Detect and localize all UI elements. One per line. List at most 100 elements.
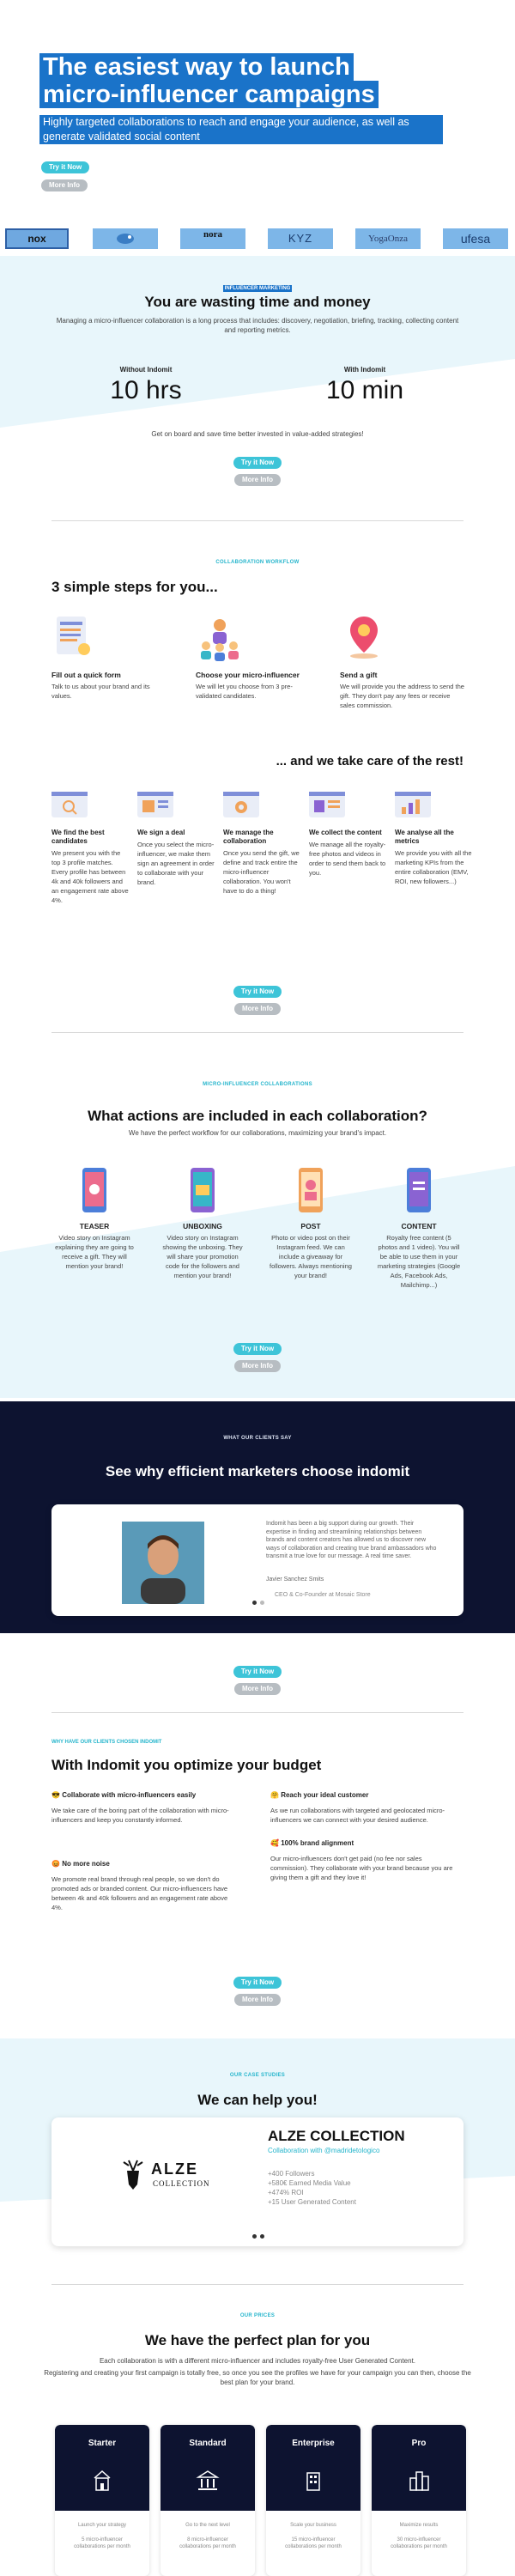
- cases-eyebrow: OUR CASE STUDIES: [229, 2073, 286, 2078]
- case-stat: +400 Followers: [268, 2170, 315, 2178]
- rest-item-2: We sign a deal Once you select the micro…: [137, 792, 215, 887]
- hero-title-line-2: micro-influencer campaigns: [39, 81, 379, 108]
- rest-item-5-text: We provide you with all the marketing KP…: [395, 849, 472, 885]
- plan-starter[interactable]: Starter Launch your strategy 5 micro-inf…: [55, 2425, 149, 2576]
- action-content: CONTENT Royalty free content (5 photos a…: [376, 1166, 462, 1290]
- action-unboxing-text: Video story on Instagram showing the unb…: [162, 1234, 243, 1279]
- plan-standard-detail: 8 micro-influencer collaborations per mo…: [179, 2537, 236, 2549]
- rest-item-3-title: We manage the collaboration: [223, 829, 274, 845]
- plan-pro-name: Pro: [411, 2439, 427, 2448]
- benefit-2-title: Reach your ideal customer: [281, 1791, 369, 1799]
- steps-try-button[interactable]: Try it Now: [233, 986, 282, 998]
- hero-title-line-1: The easiest way to launch: [39, 53, 354, 81]
- plan-standard[interactable]: Standard Go to the next level 8 micro-in…: [161, 2425, 255, 2576]
- cool-emoji-icon: 😎: [52, 1791, 60, 1799]
- plan-starter-detail: 5 micro-influencer collaborations per mo…: [74, 2537, 130, 2549]
- action-content-title: CONTENT: [401, 1222, 437, 1230]
- standard-bank-icon: [196, 2470, 220, 2490]
- influencer-icon: [201, 619, 239, 661]
- logo-kyz: KYZ: [268, 228, 333, 249]
- plan-enterprise-name: Enterprise: [292, 2439, 335, 2448]
- benefit-2: 🤗 Reach your ideal customer As we run co…: [270, 1791, 455, 1825]
- case-stat: +15 User Generated Content: [268, 2198, 356, 2206]
- hero-title: The easiest way to launch micro-influenc…: [39, 53, 379, 108]
- hero-try-button[interactable]: Try it Now: [41, 161, 90, 173]
- plan-enterprise-detail: 15 micro-influencer collaborations per m…: [285, 2537, 342, 2549]
- hero-section: The easiest way to launch micro-influenc…: [0, 0, 515, 223]
- pricing-desc-2: Registering and creating your first camp…: [44, 2369, 471, 2386]
- without-value: 10 hrs: [110, 376, 182, 404]
- rest-item-2-title: We sign a deal: [137, 829, 185, 836]
- phone-unboxing-icon: [191, 1168, 215, 1212]
- actions-subtitle: We have the perfect workflow for our col…: [128, 1129, 387, 1137]
- step-2: Choose your micro-influencer We will let…: [196, 613, 324, 701]
- case-stats: +400 Followers +580€ Earned Media Value …: [268, 2169, 356, 2207]
- metrics-icon: [395, 792, 431, 817]
- carousel-dot-active[interactable]: [252, 2234, 257, 2239]
- benefit-1: 😎 Collaborate with micro-influencers eas…: [52, 1791, 236, 1825]
- carousel-dots[interactable]: [252, 1594, 264, 1609]
- rest-item-4: We collect the content We manage all the…: [309, 792, 386, 878]
- carousel-dot[interactable]: [260, 2234, 264, 2239]
- rest-item-1-text: We present you with the top 3 profile ma…: [52, 849, 129, 904]
- testimonial-author: Javier Sanchez Smits: [266, 1577, 324, 1583]
- budget-try-button[interactable]: Try it Now: [233, 1977, 282, 1989]
- benefit-4: 🥰 100% brand alignment Our micro-influen…: [270, 1839, 455, 1882]
- plan-starter-tagline: Launch your strategy: [77, 2523, 127, 2528]
- actions-try-button[interactable]: Try it Now: [233, 1343, 282, 1355]
- pricing-section: OUR PRICES We have the perfect plan for …: [0, 2284, 515, 2576]
- step-2-text: We will let you choose from 3 pre-valida…: [196, 683, 293, 700]
- benefit-4-text: Our micro-influencers don't get paid (no…: [270, 1855, 453, 1881]
- rest-item-3: We manage the collaboration Once you sen…: [223, 792, 300, 896]
- testimonials-title: See why efficient marketers choose indom…: [105, 1463, 410, 1479]
- logo-ufesa: ufesa: [443, 228, 508, 249]
- testimonial-role: CEO & Co-Founder at Mosaic Store: [275, 1592, 371, 1598]
- plan-pro-detail: 30 micro-influencer collaborations per m…: [391, 2537, 447, 2549]
- plan-starter-name: Starter: [88, 2439, 117, 2448]
- hug-emoji-icon: 🤗: [270, 1791, 279, 1799]
- rest-item-1-title: We find the best candidates: [52, 829, 105, 845]
- benefit-3: 😡 No more noise We promote real brand th…: [52, 1860, 236, 1912]
- contract-icon: [137, 792, 173, 817]
- pricing-eyebrow: OUR PRICES: [239, 2313, 276, 2318]
- carousel-dot[interactable]: [260, 1601, 264, 1605]
- benefit-4-title: 100% brand alignment: [281, 1839, 354, 1847]
- hero-subtitle: Highly targeted collaborations to reach …: [39, 115, 443, 144]
- deer-logo-icon: [123, 2160, 143, 2190]
- steps-more-button[interactable]: More Info: [234, 1003, 281, 1015]
- action-teaser-title: TEASER: [79, 1222, 110, 1230]
- budget-eyebrow: WHY HAVE OUR CLIENTS CHOSEN INDOMIT: [52, 1740, 162, 1745]
- divider: [52, 1032, 464, 1033]
- step-3-title: Send a gift: [340, 671, 378, 679]
- plan-enterprise-tagline: Scale your business: [290, 2523, 336, 2528]
- action-unboxing-title: UNBOXING: [183, 1222, 222, 1230]
- carousel-dot-active[interactable]: [252, 1601, 257, 1605]
- benefit-1-title: Collaborate with micro-influencers easil…: [62, 1791, 197, 1799]
- step-1-text: Talk to us about your brand and its valu…: [52, 683, 150, 700]
- phone-teaser-icon: [82, 1168, 106, 1212]
- time-try-button[interactable]: Try it Now: [233, 457, 282, 469]
- plan-pro[interactable]: Pro Maximize results 30 micro-influencer…: [372, 2425, 466, 2576]
- action-post: POST Photo or video post on their Instag…: [268, 1166, 354, 1280]
- case-stat: +474% ROI: [268, 2189, 304, 2196]
- plan-pro-tagline: Maximize results: [399, 2523, 439, 2528]
- plan-enterprise[interactable]: Enterprise Scale your business 15 micro-…: [266, 2425, 360, 2576]
- hero-more-button[interactable]: More Info: [41, 179, 88, 191]
- step-1: Fill out a quick form Talk to us about y…: [52, 613, 180, 701]
- testimonial-card: Indomit has been a big support during ou…: [52, 1504, 464, 1616]
- testimonials-try-button[interactable]: Try it Now: [233, 1666, 282, 1678]
- carousel-dots[interactable]: [252, 2227, 264, 2243]
- pricing-desc-1: Each collaboration is with a different m…: [99, 2357, 416, 2365]
- steps-title: 3 simple steps for you...: [52, 579, 218, 595]
- form-icon: [57, 617, 90, 655]
- testimonials-more-button[interactable]: More Info: [234, 1683, 281, 1695]
- time-more-button[interactable]: More Info: [234, 474, 281, 486]
- actions-more-button[interactable]: More Info: [234, 1360, 281, 1372]
- benefit-3-title: No more noise: [62, 1860, 110, 1868]
- with-value: 10 min: [325, 376, 404, 404]
- search-candidates-icon: [52, 792, 88, 817]
- budget-title: With Indomit you optimize your budget: [52, 1757, 322, 1773]
- rest-item-1: We find the best candidates We present y…: [52, 792, 129, 905]
- budget-more-button[interactable]: More Info: [234, 1994, 281, 2006]
- benefit-2-text: As we run collaborations with targeted a…: [270, 1807, 445, 1824]
